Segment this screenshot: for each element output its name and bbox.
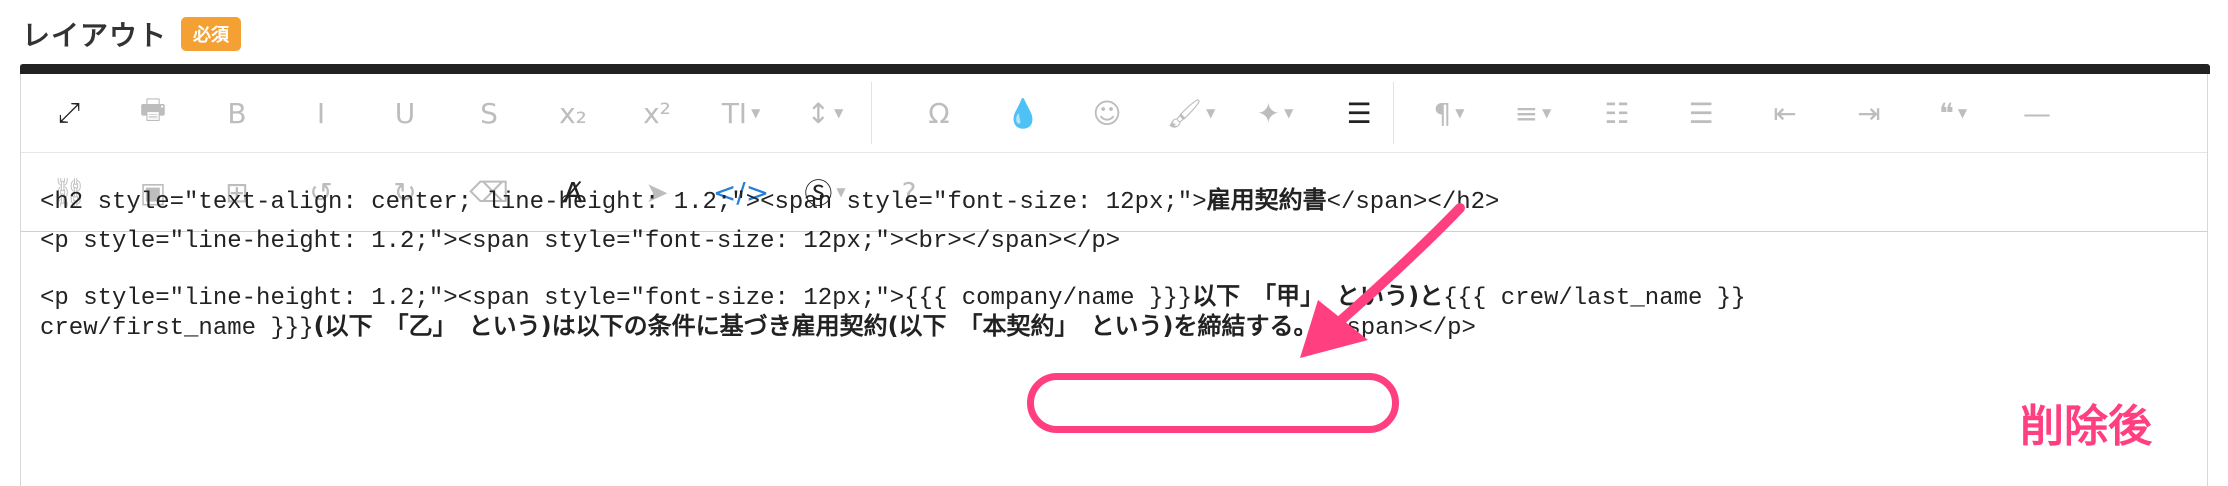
- pointer-arrow-icon: [1300, 203, 1465, 358]
- magic-wand-icon: ✦: [1256, 96, 1281, 130]
- quote-icon: ❝: [1938, 96, 1954, 130]
- fullscreen-icon: ⤢: [57, 96, 81, 129]
- crew-last-name-variable: {{{ crew/last_name }}: [1443, 285, 1746, 312]
- strikethrough-icon: S: [480, 96, 498, 130]
- font-size-icon: TI: [721, 96, 748, 130]
- section-title: レイアウト: [22, 19, 168, 52]
- line-height-button[interactable]: ↕ ▼: [799, 88, 851, 138]
- color-button[interactable]: 💧: [997, 88, 1049, 138]
- color-icon: 💧: [1005, 96, 1041, 130]
- caret-down-icon: ▼: [1455, 106, 1465, 120]
- bold-icon: B: [227, 96, 247, 130]
- paragraph-button[interactable]: ¶ ▼: [1423, 88, 1475, 138]
- section-header: レイアウト 必須: [22, 12, 242, 56]
- print-icon: 🖶: [139, 93, 167, 126]
- font-size-button[interactable]: TI ▼: [715, 88, 767, 138]
- outdent-icon: ⇤: [1773, 96, 1797, 130]
- toolbar-row-1: ⤢ 🖶 B I U Sx₂ x² TI ▼ ↕ ▼ Ω 💧 ☺ 🖌 ▼ ✦ ▼ ☰ ¶ ▼ ≡ ▼ ☷ ☰ ⇤ ⇥ ❝ ▼ —: [21, 74, 2207, 153]
- caret-down-icon: ▼: [1206, 106, 1216, 120]
- indent-icon: ⇥: [1857, 96, 1881, 130]
- magic-wand-button[interactable]: ✦ ▼: [1249, 88, 1301, 138]
- superscript-icon: x²: [643, 96, 671, 130]
- paragraph-icon: ¶: [1433, 96, 1452, 130]
- code-text: <p style="line-height: 1.2;"><span style…: [40, 228, 1121, 255]
- fullscreen-button[interactable]: ⤢: [43, 88, 95, 138]
- bold-button[interactable]: B: [211, 88, 263, 138]
- emoticons-button[interactable]: ☺: [1081, 88, 1133, 138]
- line-height-icon: ↕: [806, 96, 831, 130]
- strikethrough-button[interactable]: S: [463, 88, 515, 138]
- paint-format-button[interactable]: 🖌 ▼: [1165, 88, 1217, 138]
- horizontal-line-icon: —: [2023, 96, 2051, 130]
- caret-down-icon: ▼: [1284, 106, 1294, 120]
- toolbar-separator: [871, 82, 872, 144]
- page-break-icon: ☰: [1346, 96, 1372, 130]
- code-line-4: crew/first_name }}}(以下 「乙」 という)は以下の条件に基づ…: [40, 306, 1476, 342]
- crew-first-name-variable: crew/first_name }}}: [40, 315, 314, 342]
- caret-down-icon: ▼: [1957, 106, 1968, 120]
- align-button[interactable]: ≡ ▼: [1507, 88, 1559, 138]
- underline-icon: U: [394, 96, 416, 130]
- editor-top-bar: [20, 64, 2210, 74]
- code-line-1: <h2 style="text-align: center; line-heig…: [40, 180, 1499, 216]
- paint-format-icon: 🖌: [1166, 96, 1203, 130]
- special-characters-button[interactable]: Ω: [913, 88, 965, 138]
- italic-icon: I: [316, 96, 326, 130]
- body-text: (以下 「乙」 という)は以下の条件に基づき雇用契約(以下 「本契約」 という)…: [313, 312, 1318, 340]
- align-icon: ≡: [1514, 96, 1539, 130]
- emoticons-icon: ☺: [1092, 96, 1122, 130]
- caret-down-icon: ▼: [1542, 106, 1552, 120]
- print-button[interactable]: 🖶: [127, 88, 179, 138]
- italic-button[interactable]: I: [295, 88, 347, 138]
- subscript-icon: x₂: [559, 96, 587, 130]
- indent-button[interactable]: ⇥: [1843, 88, 1895, 138]
- code-text: <h2 style="text-align: center; line-heig…: [40, 189, 1207, 216]
- quote-button[interactable]: ❝ ▼: [1927, 88, 1979, 138]
- toolbar-separator: [1393, 82, 1394, 144]
- outdent-button[interactable]: ⇤: [1759, 88, 1811, 138]
- unordered-list-button[interactable]: ☰: [1675, 88, 1727, 138]
- page-break-button[interactable]: ☰: [1333, 88, 1385, 138]
- caret-down-icon: ▼: [834, 106, 844, 120]
- required-badge: 必須: [181, 17, 242, 51]
- superscript-button[interactable]: x²: [631, 88, 683, 138]
- underline-button[interactable]: U: [379, 88, 431, 138]
- caret-down-icon: ▼: [751, 106, 761, 120]
- highlight-circle: [1027, 373, 1399, 433]
- after-deletion-label: 削除後: [2020, 401, 2152, 452]
- horizontal-line-button[interactable]: —: [2011, 88, 2063, 138]
- code-line-2: <p style="line-height: 1.2;"><span style…: [40, 228, 1120, 255]
- special-characters-icon: Ω: [928, 96, 950, 130]
- ordered-list-icon: ☷: [1604, 96, 1630, 130]
- ordered-list-button[interactable]: ☷: [1591, 88, 1643, 138]
- subscript-button[interactable]: x₂: [547, 88, 599, 138]
- unordered-list-icon: ☰: [1688, 96, 1714, 130]
